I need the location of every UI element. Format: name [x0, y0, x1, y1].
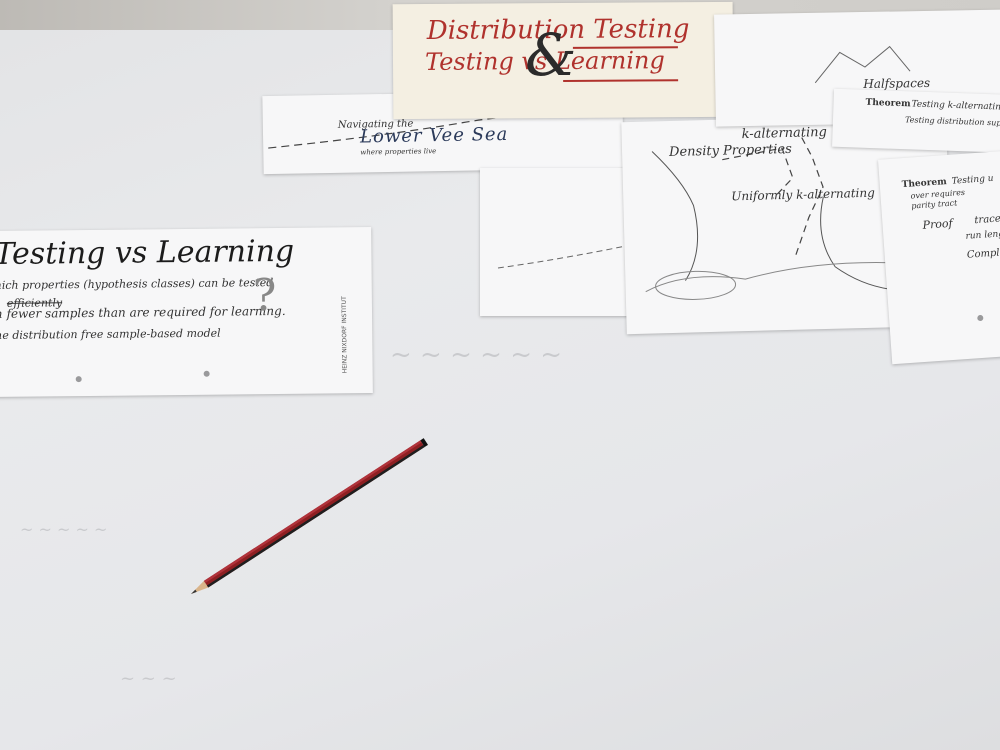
punch-hole	[75, 376, 82, 383]
label-k-alternating: k-alternating	[741, 124, 828, 143]
theorem-line: Testing distribution suppo	[904, 115, 1000, 128]
proof-label: Proof	[922, 216, 954, 232]
proof-line: run length	[965, 228, 1000, 242]
banner-title: Lower Vee Sea	[359, 123, 509, 148]
banner-subtitle: where properties live	[360, 147, 437, 157]
punch-hole	[203, 370, 210, 377]
theorem-line: parity tract	[911, 198, 958, 211]
theorem-card-right: Theorem Testing u over requires parity t…	[878, 150, 1000, 365]
card-title: Testing vs Learning	[0, 233, 295, 272]
proof-line: Compl	[966, 247, 1000, 261]
theorem-heading: Theorem	[901, 177, 948, 191]
proof-line: trace	[974, 213, 1000, 227]
title-poster: Distribution Testing Testing vs Learning…	[392, 1, 734, 120]
card-line: he distribution free sample-based model	[0, 326, 221, 342]
faint-table-writing: ~ ~ ~ ~ ~	[20, 520, 108, 539]
photo-scene: ~ ~ ~ ~ ~ ~ ~ ~ ~ ~ ~ ~ ~ ~ Navigating t…	[0, 0, 1000, 750]
underline	[563, 79, 679, 82]
question-mark: ?	[252, 270, 277, 322]
label-density-properties: Density Properties	[668, 141, 793, 161]
faint-table-writing: ~ ~ ~	[120, 668, 177, 689]
punch-hole	[977, 314, 984, 322]
theorem-heading: Theorem	[865, 97, 911, 110]
card-line: hich properties (hypothesis classes) can…	[0, 276, 274, 292]
testing-vs-learning-card: Testing vs Learning hich properties (hyp…	[0, 227, 373, 397]
theorem-line: Testing u	[951, 173, 994, 187]
theorem-line: Testing k-alternating f	[911, 99, 1000, 113]
card-line: h fewer samples than are required for le…	[0, 303, 286, 321]
label-halfspaces: Halfspaces	[863, 75, 931, 92]
faint-table-writing: ~ ~ ~ ~ ~ ~	[390, 340, 563, 370]
theorem-card-top: Theorem Testing k-alternating f Testing …	[832, 88, 1000, 154]
card-side-label: HEINZ NIXDORF INSTITUT	[340, 296, 349, 374]
